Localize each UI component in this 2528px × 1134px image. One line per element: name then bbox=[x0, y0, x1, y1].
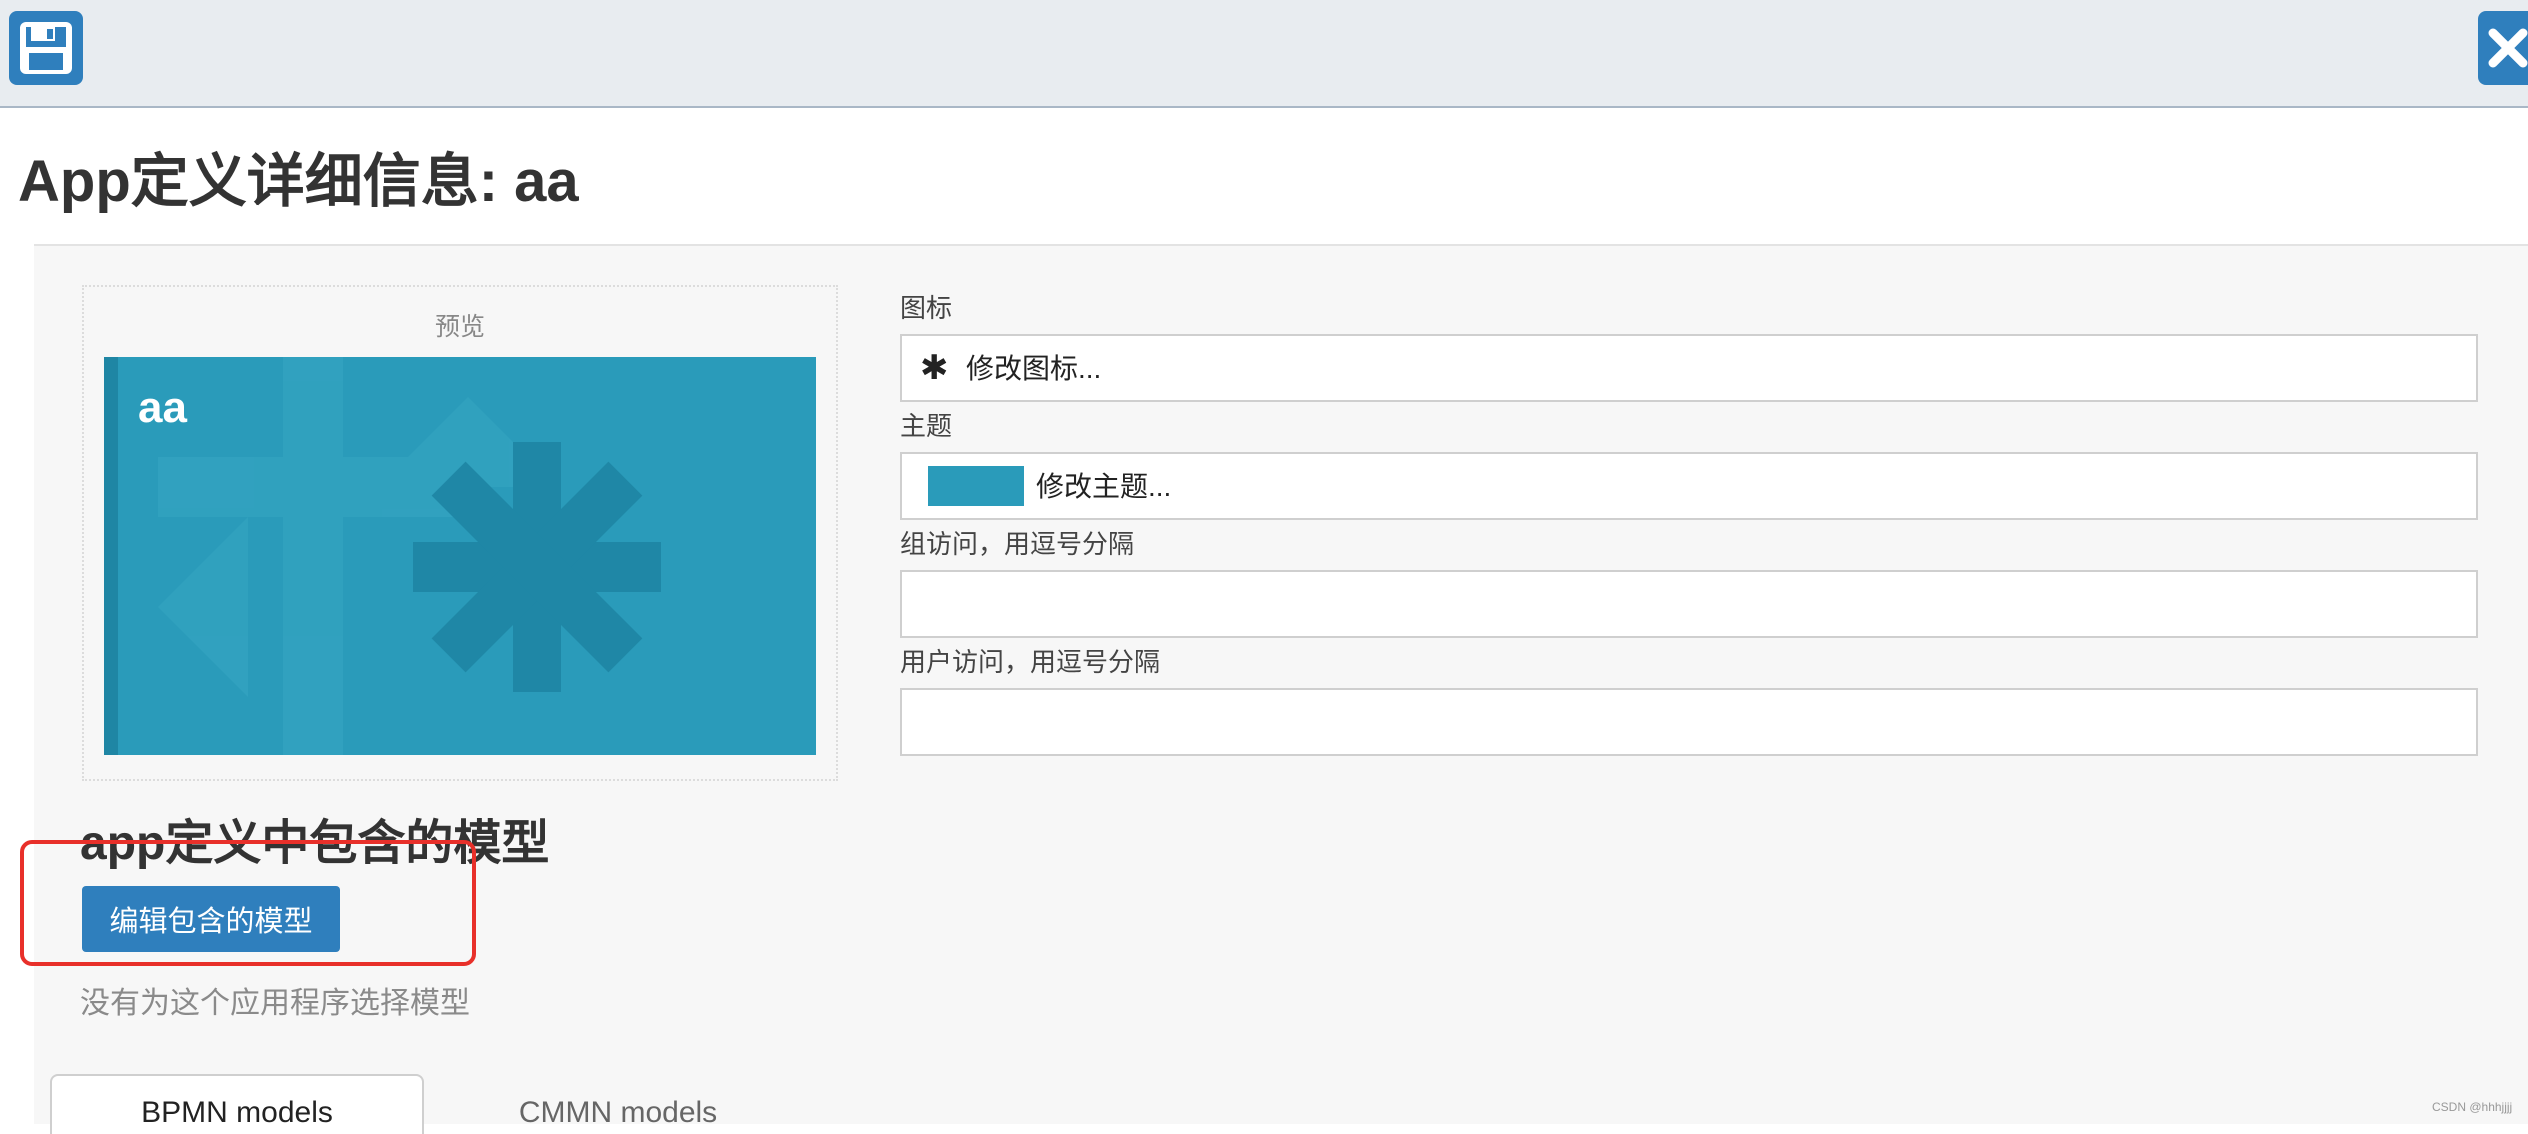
change-theme-button[interactable]: 修改主题... bbox=[900, 452, 2478, 520]
change-icon-button[interactable]: ✱ 修改图标... bbox=[900, 334, 2478, 402]
tab-cmmn-models[interactable]: CMMN models bbox=[458, 1074, 778, 1134]
no-models-message: 没有为这个应用程序选择模型 bbox=[80, 987, 470, 1020]
theme-color-swatch bbox=[928, 466, 1024, 506]
asterisk-icon: ✱ bbox=[920, 349, 949, 387]
tile-app-name: aa bbox=[138, 383, 187, 432]
tab-bpmn-models[interactable]: BPMN models bbox=[50, 1074, 424, 1134]
tile-background-pattern bbox=[158, 357, 661, 755]
change-icon-text: 修改图标... bbox=[966, 353, 1102, 384]
page-title: App定义详细信息: aa bbox=[18, 149, 579, 214]
user-access-input[interactable] bbox=[900, 688, 2478, 756]
toolbar bbox=[0, 0, 2528, 108]
app-tile-preview: aa bbox=[104, 357, 816, 755]
floppy-disk-icon bbox=[20, 22, 72, 74]
save-button[interactable] bbox=[9, 11, 83, 85]
watermark: CSDN @hhhjjjj bbox=[2432, 1100, 2513, 1114]
preview-label: 预览 bbox=[434, 313, 485, 341]
icon-label: 图标 bbox=[900, 293, 953, 323]
group-access-input[interactable] bbox=[900, 570, 2478, 638]
group-access-label: 组访问，用逗号分隔 bbox=[900, 529, 1135, 559]
user-access-label: 用户访问，用逗号分隔 bbox=[900, 647, 1161, 677]
close-x-icon bbox=[2488, 28, 2528, 68]
highlight-annotation bbox=[20, 840, 476, 966]
preview-box: 预览 aa bbox=[82, 285, 838, 781]
change-theme-text: 修改主题... bbox=[1036, 471, 1172, 502]
theme-label: 主题 bbox=[900, 411, 953, 441]
close-button[interactable] bbox=[2478, 11, 2528, 85]
